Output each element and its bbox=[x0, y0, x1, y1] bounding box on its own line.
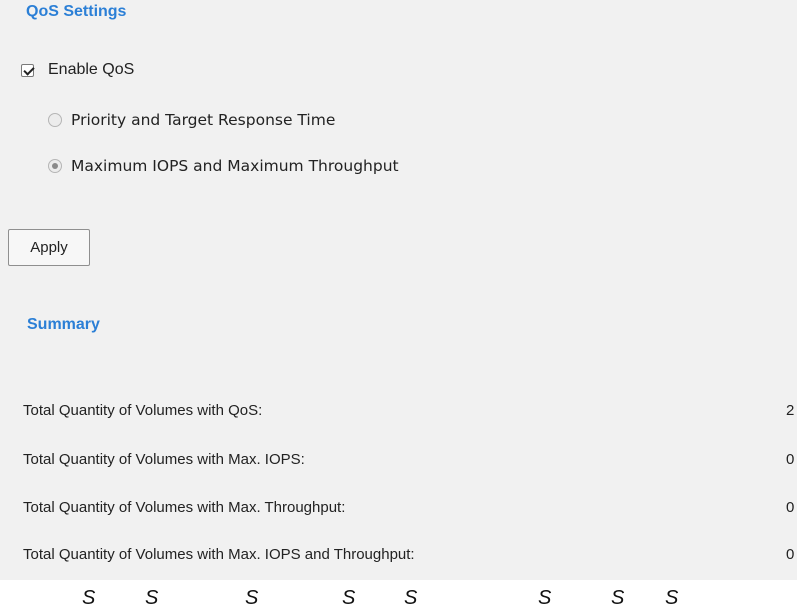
summary-label: Total Quantity of Volumes with Max. IOPS… bbox=[23, 546, 415, 563]
footer-glyph: S bbox=[665, 587, 679, 609]
footer-glyph: S bbox=[611, 587, 625, 609]
summary-label: Total Quantity of Volumes with QoS: bbox=[23, 402, 263, 419]
apply-button[interactable]: Apply bbox=[8, 229, 90, 266]
qos-settings-title: QoS Settings bbox=[26, 3, 127, 20]
enable-qos-option[interactable]: Enable QoS bbox=[21, 61, 134, 79]
summary-value: 0 bbox=[786, 451, 795, 468]
max-iops-throughput-label: Maximum IOPS and Maximum Throughput bbox=[71, 157, 399, 175]
enable-qos-label: Enable QoS bbox=[48, 61, 135, 78]
footer-glyph: S bbox=[404, 587, 418, 609]
enable-qos-checkbox[interactable] bbox=[21, 63, 34, 77]
summary-label: Total Quantity of Volumes with Max. IOPS… bbox=[23, 451, 305, 468]
mode-option-priority[interactable]: Priority and Target Response Time bbox=[48, 111, 335, 129]
mode-option-max-iops[interactable]: Maximum IOPS and Maximum Throughput bbox=[48, 157, 399, 175]
footer-glyph: S bbox=[145, 587, 159, 609]
footer-glyph: S bbox=[342, 587, 356, 609]
footer-glyph: S bbox=[82, 587, 96, 609]
qos-settings-panel: QoS Settings Enable QoS Priority and Tar… bbox=[0, 0, 797, 580]
footer-glyph: S bbox=[245, 587, 259, 609]
priority-target-response-radio[interactable] bbox=[48, 113, 62, 127]
summary-value: 0 bbox=[786, 546, 795, 563]
summary-title: Summary bbox=[27, 316, 100, 333]
max-iops-throughput-radio[interactable] bbox=[48, 159, 62, 173]
footer-glyph: S bbox=[538, 587, 552, 609]
priority-target-response-label: Priority and Target Response Time bbox=[71, 111, 336, 129]
summary-value: 2 bbox=[786, 402, 795, 419]
summary-value: 0 bbox=[786, 499, 795, 516]
summary-label: Total Quantity of Volumes with Max. Thro… bbox=[23, 499, 346, 516]
